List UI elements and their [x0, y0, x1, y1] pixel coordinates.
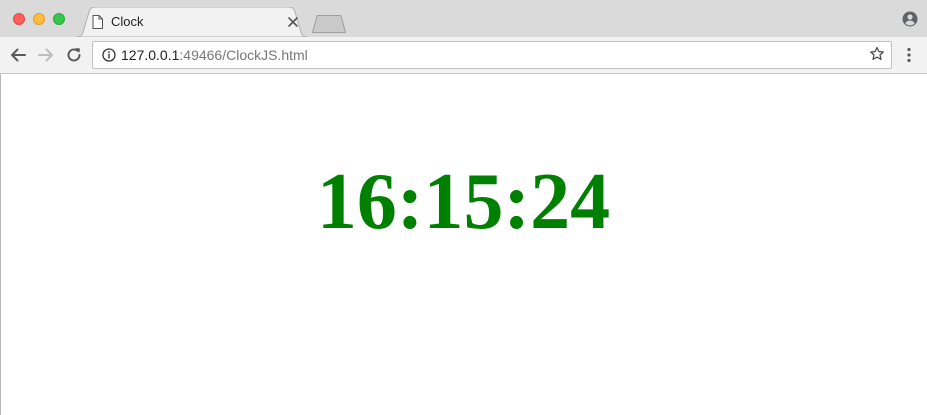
url-host: 127.0.0.1: [121, 47, 180, 63]
menu-icon[interactable]: [904, 46, 914, 64]
page-icon: [92, 15, 103, 29]
page-content: 16:15:24: [0, 74, 927, 415]
toolbar: 127.0.0.1:49466/ClockJS.html: [0, 37, 927, 74]
address-bar[interactable]: 127.0.0.1:49466/ClockJS.html: [92, 41, 892, 69]
reload-icon[interactable]: [65, 46, 83, 64]
info-icon[interactable]: [102, 48, 116, 62]
tab-title: Clock: [111, 14, 144, 29]
star-icon[interactable]: [869, 46, 885, 62]
window-edge: [0, 74, 1, 415]
back-arrow-icon[interactable]: [9, 46, 27, 64]
tab-clock[interactable]: Clock: [76, 7, 308, 37]
tab-strip: Clock: [0, 0, 927, 37]
url-text[interactable]: 127.0.0.1:49466/ClockJS.html: [121, 47, 308, 63]
url-path: :49466/ClockJS.html: [179, 47, 308, 63]
close-icon[interactable]: [287, 16, 299, 28]
profile-icon[interactable]: [902, 11, 918, 27]
zoom-window-button[interactable]: [53, 13, 65, 25]
forward-arrow-icon[interactable]: [37, 46, 55, 64]
minimize-window-button[interactable]: [33, 13, 45, 25]
clock-time: 16:15:24: [316, 158, 611, 246]
new-tab-button[interactable]: [312, 15, 346, 33]
close-window-button[interactable]: [13, 13, 25, 25]
browser-window: Clock 127.0.0.1:49466/ClockJS.html 16:15…: [0, 0, 927, 415]
